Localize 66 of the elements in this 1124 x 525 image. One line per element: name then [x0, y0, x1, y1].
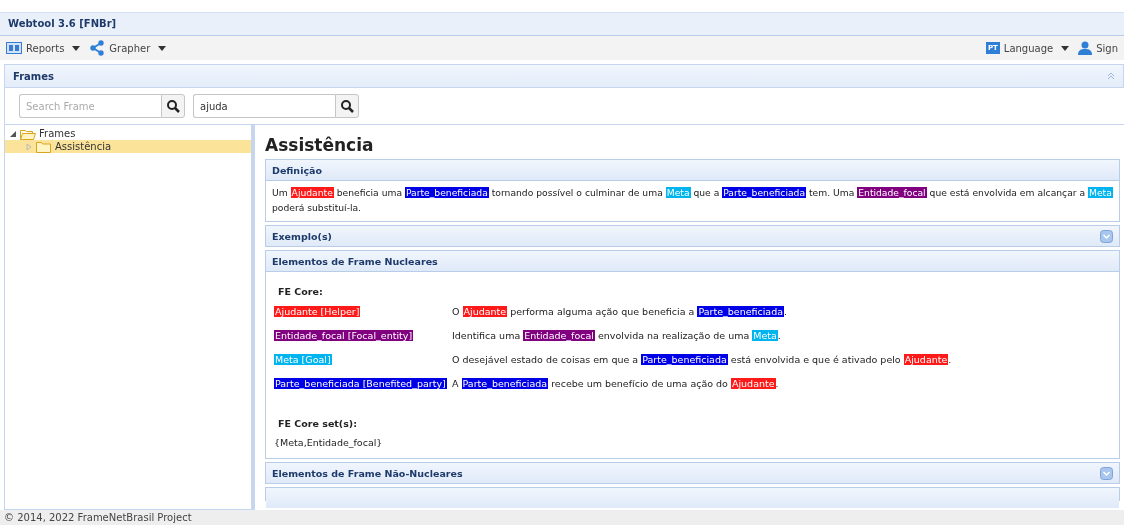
frame-element-tag: Parte_beneficiada [Benefited_party]: [274, 378, 447, 389]
search-icon: [166, 99, 180, 113]
collapse-icon: [1107, 72, 1115, 80]
section-title: Elementos de Frame Nucleares: [272, 255, 438, 267]
frame-element-tag: Ajudante: [730, 378, 776, 389]
frame-element-tag: Parte_beneficiada: [641, 354, 728, 365]
frame-element-tag: Entidade_focal: [857, 187, 927, 198]
search-icon: [340, 99, 354, 113]
user-icon: [1078, 41, 1093, 55]
definition-text: A Parte_beneficiada recebe um benefício de uma ação do Ajudante.: [452, 377, 780, 390]
definition-text: Um Ajudante beneficia uma Parte_beneficiada tornando possível o culminar de uma Meta que a Parte_beneficiada tem. Uma Entidade_focal que está envolvida em alcançar a Meta poderá substituí-la.: [272, 186, 1113, 215]
tree-item[interactable]: Assistência: [5, 140, 251, 153]
section-header[interactable]: Exemplo(s): [266, 226, 1119, 246]
frame-element-tag: Parte_beneficiada: [722, 187, 807, 198]
section-header[interactable]: Definição: [266, 160, 1119, 180]
frame-title: Assistência: [265, 134, 375, 157]
subheading: FE Core:: [278, 286, 324, 297]
search-button[interactable]: [335, 94, 359, 118]
frame-element-tag: Meta: [752, 330, 778, 341]
menu-label: Reports: [26, 42, 65, 54]
search-field[interactable]: ajuda: [193, 94, 335, 118]
section-header[interactable]: Elementos de Frame Não-Nucleares: [266, 463, 1119, 483]
footer-text: © 2014, 2022 FrameNetBrasil Project: [0, 510, 1124, 525]
frame-element-tag: Entidade_focal: [523, 330, 595, 341]
definition-text: O Ajudante performa alguma ação que beneficia a Parte_beneficiada.: [452, 305, 789, 318]
definition-text: Identifica uma Entidade_focal envolvida na realização de uma Meta.: [452, 329, 782, 342]
menu-label: Grapher: [109, 42, 151, 54]
definition-text: O desejável estado de coisas em que a Parte_beneficiada está envolvida e que é ativado pelo Ajudante.: [452, 353, 953, 366]
collapsed-arrow-icon: [25, 142, 33, 151]
share-icon: [89, 40, 106, 56]
report-icon: [6, 42, 22, 54]
frame-element-tag: Parte_beneficiada: [461, 378, 549, 389]
menu-button[interactable]: Reports: [6, 42, 82, 54]
open-folder-icon: [20, 127, 36, 140]
search-button[interactable]: [161, 94, 185, 118]
menu-label: Language: [1003, 42, 1054, 54]
tree-item[interactable]: Frames: [5, 127, 251, 140]
section-title: Definição: [272, 164, 322, 176]
menu-button[interactable]: Sign: [1078, 41, 1118, 55]
caret-icon: [1060, 44, 1071, 52]
frame-element-tag: Meta: [665, 187, 691, 198]
subheading: FE Core set(s):: [278, 418, 358, 429]
frame-element-tag: Meta [Goal]: [274, 354, 332, 365]
folder-icon: [36, 140, 52, 153]
section-title: Exemplo(s): [272, 230, 332, 242]
window-title: Webtool 3.6 [FNBr]: [0, 12, 1124, 36]
frame-element-tag: Parte_beneficiada: [697, 306, 784, 317]
search-field[interactable]: Search Frame: [19, 94, 161, 118]
caret-icon: [157, 44, 168, 52]
frame-element-tag: Ajudante: [903, 354, 949, 365]
expand-icon: [1100, 229, 1113, 243]
frame-element-tag: Entidade_focal [Focal_entity]: [274, 330, 414, 341]
frame-element-tag: Parte_beneficiada: [404, 187, 489, 198]
expand-icon: [1100, 466, 1113, 480]
expanded-arrow-icon: [9, 129, 17, 138]
frame-element-tag: Ajudante [Helper]: [274, 306, 361, 317]
frame-element-tag: Meta: [1088, 187, 1113, 198]
caret-icon: [71, 44, 82, 52]
frame-element-tag: Ajudante: [290, 187, 334, 198]
menu-label: Sign: [1096, 42, 1118, 54]
core-set-text: {Meta,Entidade_focal}: [274, 437, 384, 448]
frame-element-tag: Ajudante: [462, 306, 508, 317]
section-title: Elementos de Frame Não-Nucleares: [272, 467, 463, 479]
menu-button[interactable]: Grapher: [89, 40, 168, 56]
panel-title: Frames: [13, 70, 55, 82]
section-header[interactable]: Elementos de Frame Nucleares: [266, 251, 1119, 271]
